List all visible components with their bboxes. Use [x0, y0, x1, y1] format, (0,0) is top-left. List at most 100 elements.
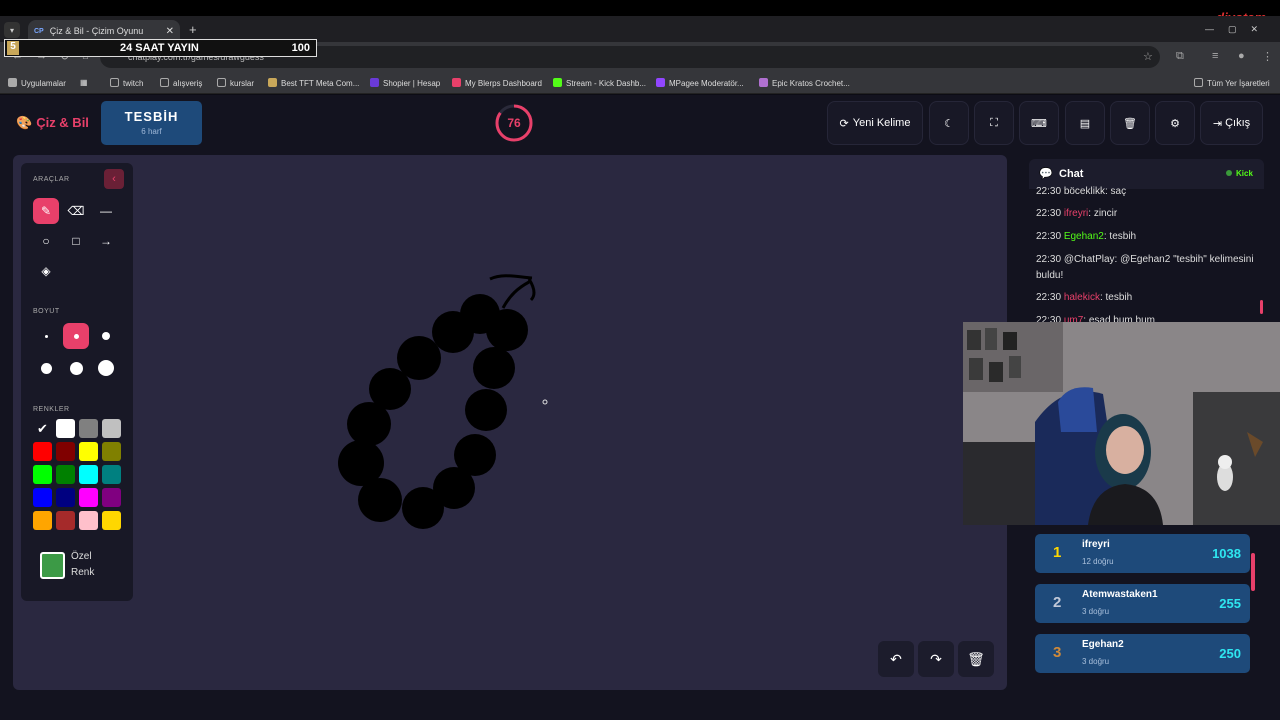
color-swatch[interactable]: ✔	[33, 419, 52, 438]
player-correct-count: 3 doğru	[1082, 607, 1110, 616]
profile-icon[interactable]: ●	[1238, 50, 1245, 62]
color-swatch[interactable]	[33, 488, 52, 507]
check-icon: ✔	[37, 421, 48, 436]
bookmark-kick[interactable]: Stream - Kick Dashb...	[553, 78, 646, 88]
color-swatch[interactable]	[56, 511, 75, 530]
window-controls[interactable]: —▢✕	[1205, 24, 1272, 35]
player-rank: 3	[1053, 644, 1062, 661]
bookmark-star-icon[interactable]: ☆	[1143, 50, 1153, 63]
bookmark-all[interactable]: Tüm Yer İşaretleri	[1194, 78, 1270, 88]
leaderboard-scrollbar[interactable]	[1251, 553, 1255, 591]
tab-search-icon[interactable]: ▾	[4, 22, 20, 38]
color-swatch[interactable]	[102, 488, 121, 507]
new-tab-button[interactable]: +	[189, 22, 197, 37]
size-xl[interactable]	[63, 355, 89, 381]
color-swatch[interactable]	[79, 465, 98, 484]
color-swatch[interactable]	[56, 419, 75, 438]
color-swatch[interactable]	[79, 488, 98, 507]
fullscreen-button[interactable]: ⛶	[974, 101, 1014, 145]
brush-icon: ✎	[40, 204, 52, 218]
undo-button[interactable]: ↶	[878, 641, 914, 677]
message-user[interactable]: halekick	[1064, 292, 1100, 303]
tab-close-icon[interactable]: ✕	[166, 26, 174, 37]
message-user[interactable]: @ChatPlay	[1064, 254, 1115, 265]
media-icon[interactable]: ≡	[1212, 50, 1218, 62]
message-text: : tesbih	[1099, 292, 1133, 303]
color-swatch[interactable]	[33, 442, 52, 461]
rectangle-tool[interactable]: □	[63, 228, 89, 254]
player-rank: 1	[1053, 544, 1062, 561]
delete-button[interactable]: 🗑	[1110, 101, 1150, 145]
tab-favicon: CP	[34, 27, 44, 35]
grid-icon[interactable]: ▦	[80, 78, 88, 87]
bookmark-blerps[interactable]: My Blerps Dashboard	[452, 78, 542, 88]
color-swatch[interactable]	[33, 465, 52, 484]
line-icon: —	[100, 204, 112, 218]
menu-icon[interactable]: ⋮	[1262, 50, 1273, 63]
bookmark-shopier[interactable]: Shopier | Hesap	[370, 78, 440, 88]
message-time: 22:30	[1036, 208, 1062, 219]
circle-tool[interactable]: ○	[33, 228, 59, 254]
bookmark-apps[interactable]: Uygulamalar	[8, 78, 66, 88]
message-user[interactable]: böceklikk	[1064, 186, 1105, 197]
color-swatch[interactable]	[79, 511, 98, 530]
arrow-right-icon: →	[100, 234, 112, 248]
custom-color-swatch[interactable]	[40, 552, 65, 579]
size-xs[interactable]	[33, 323, 59, 349]
eraser-tool[interactable]: ⌫	[63, 198, 89, 224]
bookmark-folder-courses[interactable]: kurslar	[217, 78, 254, 88]
drawing-strokes	[338, 274, 548, 529]
bookmark-kratos[interactable]: Epic Kratos Crochet...	[759, 78, 850, 88]
expand-icon: ⛶	[990, 116, 998, 129]
color-swatch[interactable]	[33, 511, 52, 530]
size-s[interactable]	[63, 323, 89, 349]
message-text: : zincir	[1088, 208, 1118, 219]
message-time: 22:30	[1036, 186, 1062, 197]
color-swatch[interactable]	[102, 511, 121, 530]
settings-button[interactable]: ⚙	[1155, 101, 1195, 145]
size-xxl[interactable]	[93, 355, 119, 381]
redo-button[interactable]: ↷	[918, 641, 954, 677]
chat-message: 22:30 böceklikk: saç	[1036, 184, 1256, 200]
message-user[interactable]: Egehan2	[1064, 231, 1104, 242]
message-user[interactable]: ifreyri	[1064, 208, 1088, 219]
color-swatch[interactable]	[102, 465, 121, 484]
clear-canvas-button[interactable]: 🗑	[958, 641, 994, 677]
archive-button[interactable]: ▤	[1065, 101, 1105, 145]
bookmark-folder-shopping[interactable]: alışveriş	[160, 78, 202, 88]
message-time: 22:30	[1036, 231, 1062, 242]
size-title: BOYUT	[33, 308, 60, 315]
line-tool[interactable]: —	[93, 198, 119, 224]
collapse-panel-button[interactable]: ‹	[104, 169, 124, 189]
keyboard-button[interactable]: ⌨	[1019, 101, 1059, 145]
bookmark-folder-twitch[interactable]: twitch	[110, 78, 143, 88]
arrow-tool[interactable]: →	[93, 228, 119, 254]
extensions-icon[interactable]: ⧉	[1176, 50, 1184, 63]
word-card: TESBİH 6 harf	[101, 101, 202, 145]
trash-icon: 🗑	[1123, 117, 1137, 130]
color-swatch[interactable]	[56, 488, 75, 507]
color-swatch[interactable]	[102, 419, 121, 438]
exit-button[interactable]: ⇥ Çıkış	[1200, 101, 1263, 145]
chat-bubbles-icon: 💬	[1039, 168, 1053, 180]
color-swatch[interactable]	[102, 442, 121, 461]
color-swatch[interactable]	[79, 419, 98, 438]
chat-scrollbar[interactable]	[1260, 300, 1263, 314]
new-word-button[interactable]: ⟳ Yeni Kelime	[827, 101, 923, 145]
custom-color-label[interactable]: Özel Renk	[71, 549, 94, 581]
dark-mode-button[interactable]: ☾	[929, 101, 969, 145]
color-swatch[interactable]	[79, 442, 98, 461]
brush-tool[interactable]: ✎	[33, 198, 59, 224]
colors-title: RENKLER	[33, 406, 70, 413]
bookmark-mpagee[interactable]: MPagee Moderatör...	[656, 78, 744, 88]
color-swatch[interactable]	[56, 465, 75, 484]
size-m[interactable]	[93, 323, 119, 349]
fill-tool[interactable]: ◈	[33, 258, 59, 284]
drawing-canvas[interactable]	[13, 155, 1007, 690]
size-l[interactable]	[33, 355, 59, 381]
bookmark-tft[interactable]: Best TFT Meta Com...	[268, 78, 359, 88]
color-swatch[interactable]	[56, 442, 75, 461]
app-logo[interactable]: 🎨 Çiz & Bil	[16, 115, 89, 131]
logout-icon: ⇥	[1212, 117, 1223, 130]
chat-title: Chat	[1059, 168, 1084, 180]
